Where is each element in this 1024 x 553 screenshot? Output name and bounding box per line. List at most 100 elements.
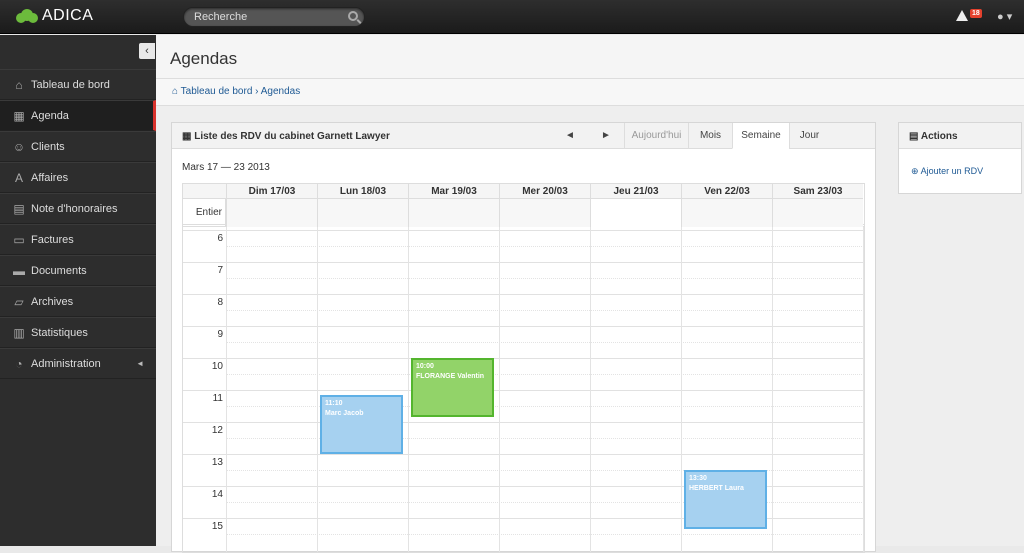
hour-label: 9 [217,329,223,340]
calendar-event[interactable]: 11:10 Marc Jacob [320,395,403,454]
hour-row[interactable]: 12 [183,422,864,454]
sidebar: ‹ ⌂ Tableau de bord ▦ Agenda ☺ Clients A Affair… [0,35,156,546]
breadcrumb-home-link[interactable]: Tableau de bord [181,86,253,97]
hour-row[interactable]: 6 [183,230,864,262]
hour-label: 12 [211,425,223,436]
allday-cell[interactable] [408,199,499,227]
day-column-divider [226,227,227,552]
sidebar-item-label: Statistiques [31,326,88,339]
hour-row[interactable]: 11 [183,390,864,422]
caret-left-icon: ◄ [136,359,144,368]
hour-row[interactable]: 9 [183,326,864,358]
day-column-divider [317,227,318,552]
calendar-panel: ▦ Liste des RDV du cabinet Garnett Lawye… [171,122,876,553]
allday-cell[interactable] [772,199,863,227]
week-grid: Dim 17/03 Lun 18/03 Mar 19/03 Mer 20/03 Jeu … [182,183,865,553]
calendar-event[interactable]: 10:00 FLORANGE Valentin [411,358,494,417]
sidebar-nav: ⌂ Tableau de bord ▦ Agenda ☺ Clients A Affaires… [0,69,156,379]
calendar-icon: ▦ [13,108,25,123]
sidebar-item-archives[interactable]: ▱ Archives [0,286,156,317]
allday-cell[interactable] [681,199,772,227]
hour-label: 6 [217,233,223,244]
sidebar-item-tableau-de-bord[interactable]: ⌂ Tableau de bord [0,69,156,100]
hour-label: 11 [212,393,223,404]
sidebar-item-label: Documents [31,264,87,277]
inbox-icon: ▬ [13,263,25,278]
day-column-divider [772,227,773,552]
main-content: Agendas ⌂ Tableau de bord › Agendas ▦ Li… [156,35,1024,553]
hour-row[interactable]: 7 [183,262,864,294]
sidebar-item-agenda[interactable]: ▦ Agenda [0,100,156,131]
hour-row[interactable]: 10 [183,358,864,390]
sidebar-item-statistiques[interactable]: ▥ Statistiques [0,317,156,348]
money-icon: ▭ [13,232,25,247]
hour-label: 10 [211,361,223,372]
today-button[interactable]: Aujourd'hui [624,123,688,149]
sidebar-item-label: Administration [31,357,101,370]
home-icon: ⌂ [172,86,179,97]
next-button[interactable]: ► [588,123,624,149]
event-time: 11:10 [325,400,343,408]
sidebar-item-label: Factures [31,233,74,246]
sidebar-item-label: Clients [31,140,65,153]
tab-week[interactable]: Semaine [732,123,789,149]
sidebar-item-clients[interactable]: ☺ Clients [0,131,156,162]
sidebar-item-documents[interactable]: ▬ Documents [0,255,156,286]
font-icon: A [14,170,23,185]
search-input[interactable]: Recherche [183,7,365,27]
day-header: Mar 19/03 [408,184,499,199]
day-column-divider [590,227,591,552]
day-column-divider [681,227,682,552]
day-header: Ven 22/03 [681,184,772,199]
event-title: Marc Jacob [325,410,364,418]
search-placeholder: Recherche [194,11,248,23]
allday-cell[interactable] [226,199,317,227]
event-title: HERBERT Laura [689,485,744,492]
hour-label: 7 [217,265,223,276]
sidebar-item-label: Tableau de bord [31,78,110,91]
corner-header [183,184,226,199]
file-icon: ▤ [13,201,25,216]
tab-day[interactable]: Jour [789,123,829,149]
sidebar-item-note-d-honoraires[interactable]: ▤ Note d'honoraires [0,193,156,224]
allday-cell[interactable] [317,199,408,227]
day-header: Dim 17/03 [226,184,317,199]
user-menu-icon[interactable]: ● ▾ [997,10,1012,23]
allday-cell[interactable] [499,199,590,227]
breadcrumb-current-link[interactable]: Agendas [261,86,300,97]
day-header: Mer 20/03 [499,184,590,199]
breadcrumb: ⌂ Tableau de bord › Agendas [156,79,1024,106]
folder-icon: ▱ [14,294,24,309]
sidebar-item-label: Agenda [31,109,69,122]
event-time: 10:00 [416,363,434,370]
day-header: Lun 18/03 [317,184,408,199]
sidebar-item-affaires[interactable]: A Affaires [0,162,156,193]
cloud-logo-icon [14,8,38,24]
event-time: 13:30 [689,475,707,482]
hour-label: 13 [211,457,223,468]
hour-row[interactable]: 8 [183,294,864,326]
logo[interactable]: ADICA [14,7,93,25]
actions-title: Actions [920,131,958,142]
sidebar-item-label: Note d'honoraires [31,202,118,215]
search-icon[interactable] [348,11,358,21]
sidebar-item-administration[interactable]: ◔ Administration ◄ [0,348,156,379]
calendar-event[interactable]: 13:30 HERBERT Laura [684,470,767,529]
prev-button[interactable]: ◄ [552,123,588,149]
day-column-divider [499,227,500,552]
chart-icon: ▥ [13,325,25,340]
sidebar-item-label: Archives [31,295,74,308]
day-header: Sam 23/03 [772,184,863,199]
allday-cell[interactable] [590,199,681,227]
add-appointment-link[interactable]: ⊕ Ajouter un RDV [899,149,1021,194]
allday-label: Entier [183,199,226,227]
calendar-icon: ▦ [182,131,192,142]
day-column-divider [863,227,864,552]
sidebar-item-factures[interactable]: ▭ Factures [0,224,156,255]
date-range: Mars 17 — 23 2013 [182,162,270,173]
warning-icon[interactable] [956,10,968,21]
tab-month[interactable]: Mois [688,123,732,149]
top-navbar: ADICA Recherche 18 ● ▾ [0,0,1024,34]
calendar-title: Liste des RDV du cabinet Garnett Lawyer [194,131,390,142]
collapse-sidebar-button[interactable]: ‹ [139,43,155,59]
